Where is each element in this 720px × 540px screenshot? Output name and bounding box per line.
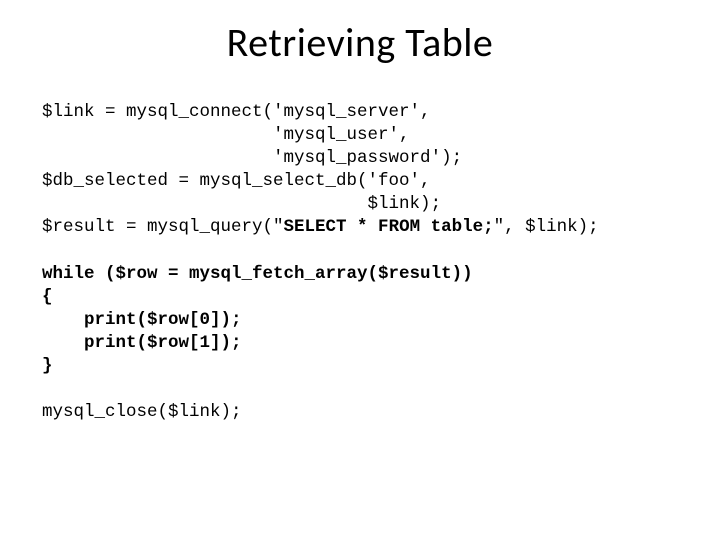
slide: Retrieving Table $link = mysql_connect('…: [0, 0, 720, 540]
code-line-print-1: print($row[1]);: [42, 333, 242, 353]
code-block: $link = mysql_connect('mysql_server', 'm…: [42, 101, 678, 424]
code-line-6-sql: SELECT * FROM table;: [284, 217, 494, 237]
code-line-brace-close: }: [42, 356, 53, 376]
code-line-5: $link);: [42, 194, 441, 214]
code-line-1: $link = mysql_connect('mysql_server',: [42, 102, 431, 122]
code-line-6-prefix: $result = mysql_query(": [42, 217, 284, 237]
code-line-3: 'mysql_password');: [42, 148, 462, 168]
code-line-2: 'mysql_user',: [42, 125, 410, 145]
code-line-while: while ($row = mysql_fetch_array($result)…: [42, 264, 473, 284]
code-line-4: $db_selected = mysql_select_db('foo',: [42, 171, 431, 191]
code-line-6-suffix: ", $link);: [494, 217, 599, 237]
code-line-print-0: print($row[0]);: [42, 310, 242, 330]
code-line-close: mysql_close($link);: [42, 402, 242, 422]
code-line-brace-open: {: [42, 287, 53, 307]
slide-title: Retrieving Table: [42, 18, 678, 67]
